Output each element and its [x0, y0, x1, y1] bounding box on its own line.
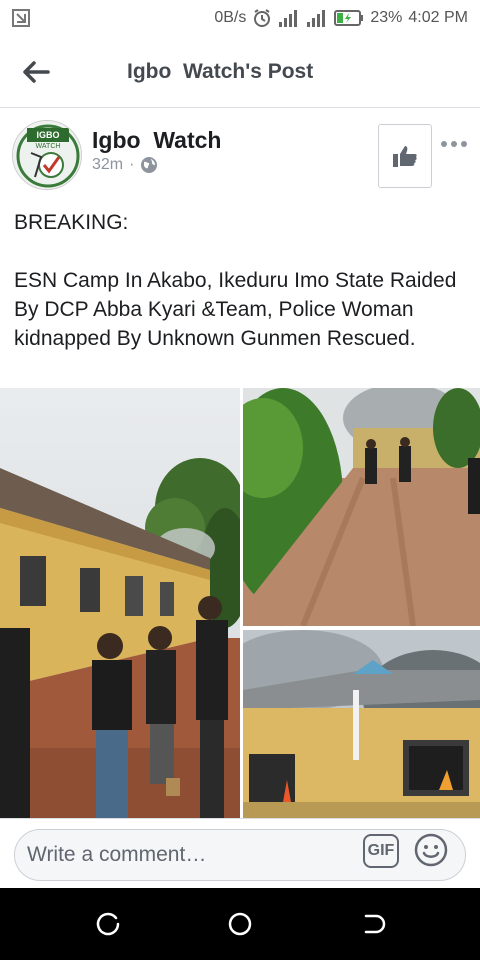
post-text: ESN Camp In Akabo, Ikeduru Imo State Rai…: [14, 269, 457, 350]
author-name[interactable]: Igbo Watch: [92, 127, 221, 154]
post-heading: BREAKING:: [14, 211, 129, 234]
post-body: BREAKING: ESN Camp In Akabo, Ikeduru Imo…: [14, 208, 470, 353]
status-icons: 0B/s 23% 4:02 PM: [214, 8, 468, 28]
meta-separator: ·: [129, 156, 135, 173]
comment-bar: Write a comment…: [0, 818, 480, 888]
dirt-road-image: [243, 388, 480, 626]
recent-apps-icon[interactable]: [94, 910, 122, 938]
network-speed: 0B/s: [214, 9, 247, 26]
battery-level: 23%: [370, 9, 403, 26]
more-horizontal-icon: [441, 141, 447, 147]
back-button[interactable]: [18, 54, 54, 90]
burning-building-image: [243, 630, 480, 818]
more-options-button[interactable]: [438, 136, 470, 152]
status-bar: 0B/s 23% 4:02 PM: [0, 0, 480, 36]
author-avatar[interactable]: IGBO WATCH: [12, 120, 82, 190]
back-nav-icon[interactable]: [360, 910, 388, 938]
post-photo-1[interactable]: [0, 388, 240, 818]
alarm-icon: [254, 9, 271, 27]
signal-icon-1: [279, 10, 298, 27]
thumbs-up-icon: [393, 146, 417, 167]
signal-icon-2: [307, 10, 326, 27]
smiley-icon: [414, 833, 448, 867]
svg-text:IGBO: IGBO: [36, 130, 59, 140]
screenshot-notification-icon: [12, 9, 30, 27]
post-photo-2[interactable]: [243, 388, 480, 626]
home-icon[interactable]: [226, 910, 254, 938]
emoji-button[interactable]: [414, 833, 448, 867]
page-title: Igbo Watch's Post: [127, 60, 314, 83]
post-photo-3[interactable]: [243, 630, 480, 818]
battery-charging-icon: [334, 10, 364, 26]
post-meta: 32m ·: [92, 156, 158, 174]
post-header-bar: Igbo Watch's Post: [0, 36, 480, 108]
like-page-button[interactable]: [378, 124, 432, 188]
clock: 4:02 PM: [408, 9, 468, 26]
svg-text:WATCH: WATCH: [36, 143, 61, 150]
igbo-watch-logo: IGBO WATCH: [13, 121, 81, 189]
arrow-left-icon: [23, 61, 50, 83]
gif-button[interactable]: GIF: [363, 834, 399, 868]
post-time[interactable]: 32m: [92, 156, 123, 174]
raid-scene-image: [0, 388, 240, 818]
system-nav-bar: [0, 888, 480, 960]
globe-icon: [141, 157, 158, 173]
